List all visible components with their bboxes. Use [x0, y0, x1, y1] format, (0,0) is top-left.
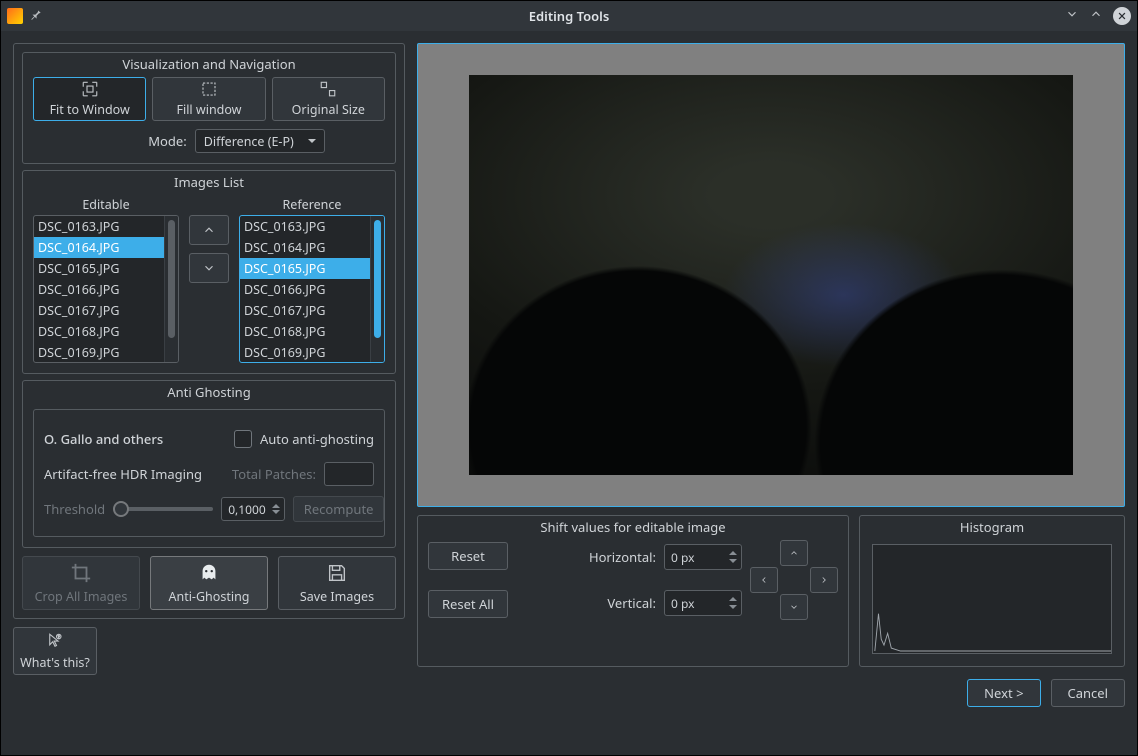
anti-ghosting-title: Anti Ghosting	[23, 380, 395, 404]
shift-up-button[interactable]	[780, 540, 808, 566]
mode-value: Difference (E-P)	[204, 133, 294, 150]
shift-right-button[interactable]	[810, 567, 838, 593]
list-item[interactable]: DSC_0168.JPG	[240, 321, 370, 342]
list-item[interactable]: DSC_0163.JPG	[34, 216, 164, 237]
reference-listbox[interactable]: DSC_0163.JPGDSC_0164.JPGDSC_0165.JPGDSC_…	[239, 215, 385, 363]
list-item[interactable]: DSC_0166.JPG	[34, 279, 164, 300]
next-button[interactable]: Next >	[967, 679, 1040, 707]
crop-all-images-button[interactable]: Crop All Images	[22, 556, 140, 610]
shift-down-button[interactable]	[780, 594, 808, 620]
histogram-canvas	[872, 544, 1112, 654]
anti-ghosting-group: Anti Ghosting O. Gallo and others Auto a…	[22, 380, 396, 548]
original-size-label: Original Size	[292, 101, 365, 118]
list-item[interactable]: DSC_0169.JPG	[34, 342, 164, 362]
list-item[interactable]: DSC_0167.JPG	[240, 300, 370, 321]
vertical-shift-label: Vertical:	[607, 594, 656, 612]
editable-listbox[interactable]: DSC_0163.JPGDSC_0164.JPGDSC_0165.JPGDSC_…	[33, 215, 179, 363]
fill-window-icon	[200, 80, 218, 98]
horizontal-shift-spinbox[interactable]: 0 px	[664, 544, 742, 570]
maximize-icon[interactable]	[1089, 7, 1103, 25]
list-item[interactable]: DSC_0168.JPG	[34, 321, 164, 342]
anti-ghosting-button[interactable]: Anti-Ghosting	[150, 556, 268, 610]
preview-image	[469, 75, 1073, 475]
move-up-button[interactable]	[189, 215, 229, 245]
fill-window-button[interactable]: Fill window	[152, 77, 265, 121]
reference-scrollbar[interactable]	[370, 216, 384, 362]
vertical-shift-spinbox[interactable]: 0 px	[664, 590, 742, 616]
fill-window-label: Fill window	[176, 101, 241, 118]
images-list-title: Images List	[23, 170, 395, 194]
total-patches-label: Total Patches:	[232, 465, 316, 483]
images-list-group: Images List Editable DSC_0163.JPGDSC_016…	[22, 170, 396, 374]
list-item[interactable]: DSC_0169.JPG	[240, 342, 370, 362]
reference-column-label: Reference	[239, 195, 385, 215]
anti-ghosting-subtitle: Artifact-free HDR Imaging	[44, 465, 202, 483]
mode-label: Mode:	[148, 132, 186, 150]
horizontal-shift-label: Horizontal:	[589, 548, 656, 566]
reset-button[interactable]: Reset	[428, 542, 508, 570]
threshold-slider[interactable]	[113, 507, 213, 511]
list-item[interactable]: DSC_0163.JPG	[240, 216, 370, 237]
original-size-icon	[319, 80, 337, 98]
shift-dpad	[750, 540, 838, 620]
threshold-label: Threshold	[44, 500, 105, 518]
reset-all-button[interactable]: Reset All	[428, 590, 508, 618]
preview-viewport[interactable]	[417, 43, 1125, 507]
shift-left-button[interactable]	[750, 567, 778, 593]
list-item[interactable]: DSC_0165.JPG	[240, 258, 370, 279]
auto-anti-ghosting-label: Auto anti-ghosting	[260, 430, 374, 448]
save-images-button[interactable]: Save Images	[278, 556, 396, 610]
anti-ghosting-credit: O. Gallo and others	[44, 430, 163, 448]
app-icon	[7, 8, 23, 24]
window-title: Editing Tools	[1, 7, 1137, 25]
save-icon	[326, 562, 348, 584]
ghost-icon	[198, 562, 220, 584]
mode-select[interactable]: Difference (E-P)	[195, 129, 325, 153]
crop-icon	[70, 562, 92, 584]
list-item[interactable]: DSC_0164.JPG	[240, 237, 370, 258]
list-item[interactable]: DSC_0167.JPG	[34, 300, 164, 321]
fit-to-window-label: Fit to Window	[50, 101, 130, 118]
title-bar: Editing Tools	[1, 1, 1137, 31]
editable-column-label: Editable	[33, 195, 179, 215]
cancel-button[interactable]: Cancel	[1051, 679, 1125, 707]
close-icon[interactable]	[1113, 7, 1131, 25]
original-size-button[interactable]: Original Size	[272, 77, 385, 121]
recompute-button[interactable]: Recompute	[293, 496, 385, 522]
auto-anti-ghosting-checkbox[interactable]	[234, 430, 252, 448]
visualization-group: Visualization and Navigation Fit to Wind…	[22, 52, 396, 164]
shift-values-title: Shift values for editable image	[418, 515, 848, 539]
move-down-button[interactable]	[189, 253, 229, 283]
list-item[interactable]: DSC_0164.JPG	[34, 237, 164, 258]
editable-scrollbar[interactable]	[164, 216, 178, 362]
histogram-title: Histogram	[860, 515, 1124, 539]
help-pointer-icon: ?	[46, 632, 64, 650]
minimize-icon[interactable]	[1065, 7, 1079, 25]
svg-text:?: ?	[58, 635, 60, 640]
fit-window-icon	[81, 80, 99, 98]
visualization-title: Visualization and Navigation	[23, 52, 395, 76]
histogram-group: Histogram	[859, 515, 1125, 667]
whats-this-button[interactable]: ? What's this?	[13, 627, 97, 675]
list-item[interactable]: DSC_0165.JPG	[34, 258, 164, 279]
list-item[interactable]: DSC_0166.JPG	[240, 279, 370, 300]
pin-icon[interactable]	[29, 7, 43, 25]
fit-to-window-button[interactable]: Fit to Window	[33, 77, 146, 121]
shift-values-group: Shift values for editable image Reset Re…	[417, 515, 849, 667]
total-patches-field	[324, 462, 374, 486]
left-panel: Visualization and Navigation Fit to Wind…	[13, 43, 405, 619]
threshold-spinbox[interactable]: 0,1000	[221, 497, 285, 521]
